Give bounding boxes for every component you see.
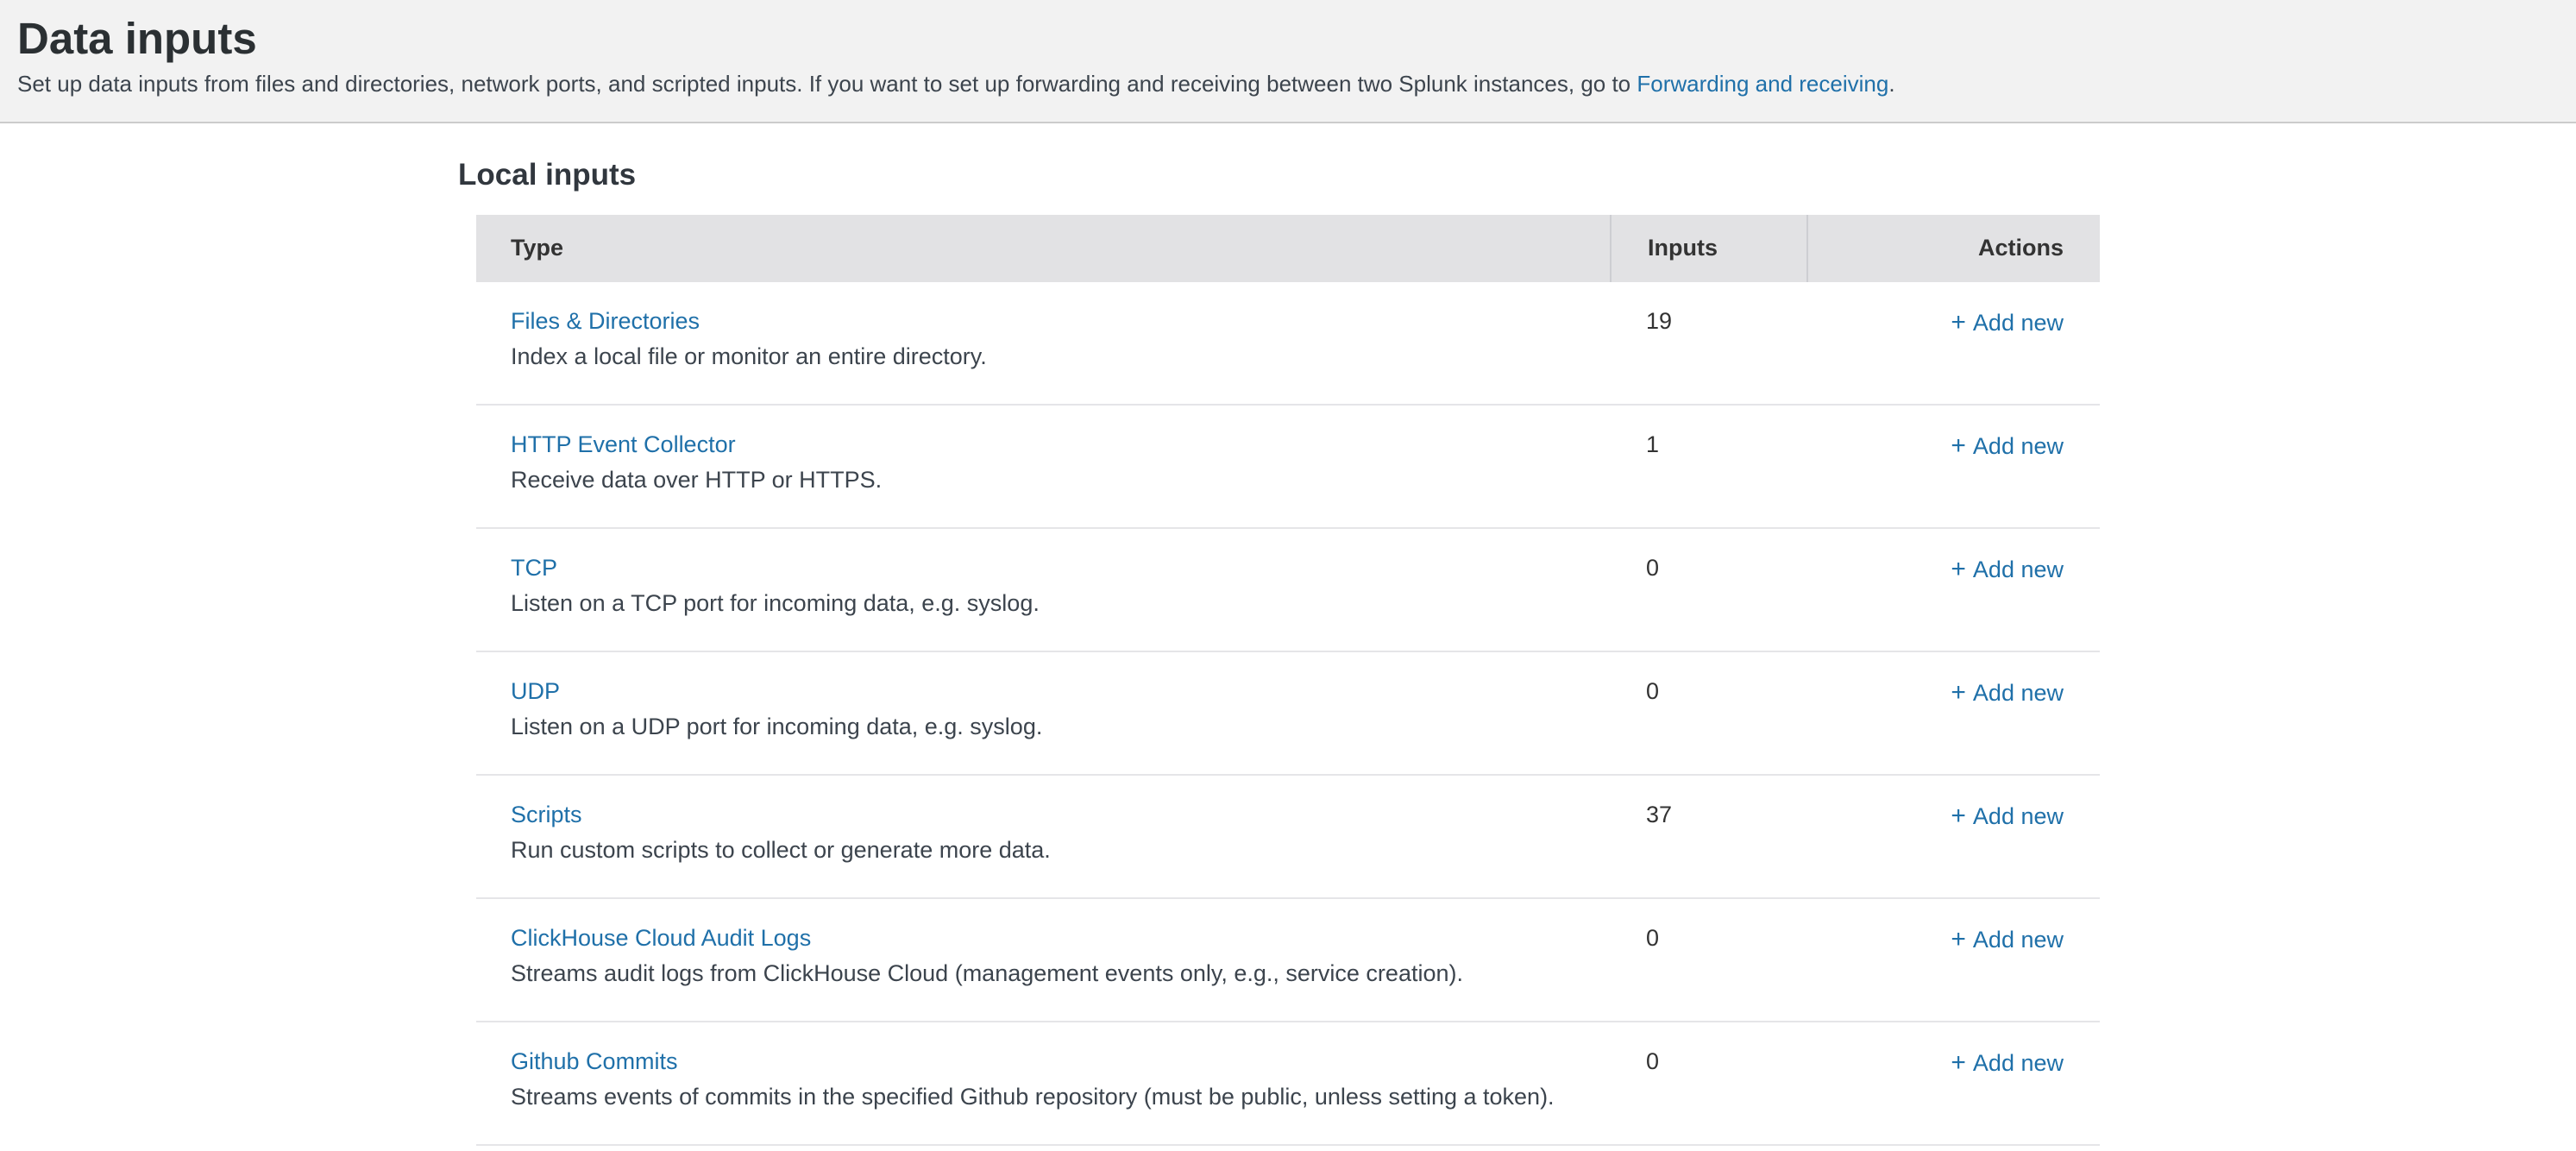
add-new-link[interactable]: + Add new [1951,1050,2064,1076]
inputs-count: 37 [1610,802,1806,897]
column-header-type: Type [476,215,1610,282]
type-cell: Files & Directories Index a local file o… [476,308,1610,404]
data-inputs-table: Type Inputs Actions Files & Directories … [476,215,2100,1146]
actions-cell: + Add new [1806,431,2100,527]
input-type-link[interactable]: HTTP Event Collector [511,431,736,458]
add-new-link[interactable]: + Add new [1951,680,2064,706]
input-type-description: Receive data over HTTP or HTTPS. [511,467,1610,494]
plus-icon: + [1951,678,1966,707]
add-new-label: Add new [1973,310,2064,336]
table-row: HTTP Event Collector Receive data over H… [476,406,2100,529]
add-new-label: Add new [1973,803,2064,829]
page-title: Data inputs [17,12,2559,65]
input-type-link[interactable]: ClickHouse Cloud Audit Logs [511,925,811,952]
add-new-label: Add new [1973,680,2064,706]
subtitle-text: Set up data inputs from files and direct… [17,71,1637,97]
type-cell: Scripts Run custom scripts to collect or… [476,802,1610,897]
actions-cell: + Add new [1806,678,2100,774]
add-new-link[interactable]: + Add new [1951,310,2064,336]
page-header: Data inputs Set up data inputs from file… [0,0,2576,123]
page-subtitle: Set up data inputs from files and direct… [17,70,2559,99]
plus-icon: + [1951,925,1966,953]
type-cell: HTTP Event Collector Receive data over H… [476,431,1610,527]
table-row: TCP Listen on a TCP port for incoming da… [476,529,2100,652]
column-header-inputs: Inputs [1610,215,1806,282]
type-cell: ClickHouse Cloud Audit Logs Streams audi… [476,925,1610,1021]
add-new-label: Add new [1973,927,2064,953]
table-row: Github Commits Streams events of commits… [476,1022,2100,1146]
add-new-label: Add new [1973,433,2064,459]
input-type-description: Listen on a TCP port for incoming data, … [511,590,1610,617]
input-type-link[interactable]: Scripts [511,802,582,828]
input-type-link[interactable]: TCP [511,555,557,582]
input-type-description: Index a local file or monitor an entire … [511,343,1610,370]
plus-icon: + [1951,1048,1966,1077]
inputs-count: 0 [1610,1048,1806,1144]
table-row: Scripts Run custom scripts to collect or… [476,776,2100,899]
input-type-link[interactable]: Github Commits [511,1048,678,1075]
table-row: UDP Listen on a UDP port for incoming da… [476,652,2100,776]
table-header-row: Type Inputs Actions [476,215,2100,282]
inputs-count: 1 [1610,431,1806,527]
input-type-link[interactable]: Files & Directories [511,308,700,335]
add-new-link[interactable]: + Add new [1951,803,2064,829]
plus-icon: + [1951,431,1966,460]
plus-icon: + [1951,308,1966,336]
inputs-count: 19 [1610,308,1806,404]
add-new-link[interactable]: + Add new [1951,557,2064,582]
inputs-count: 0 [1610,555,1806,651]
actions-cell: + Add new [1806,1048,2100,1144]
forwarding-and-receiving-link[interactable]: Forwarding and receiving [1637,71,1888,97]
input-type-description: Run custom scripts to collect or generat… [511,837,1610,864]
add-new-label: Add new [1973,1050,2064,1076]
main-content: Local inputs Type Inputs Actions Files &… [476,158,2100,1146]
plus-icon: + [1951,802,1966,830]
input-type-description: Streams events of commits in the specifi… [511,1084,1610,1110]
actions-cell: + Add new [1806,555,2100,651]
actions-cell: + Add new [1806,925,2100,1021]
input-type-link[interactable]: UDP [511,678,560,705]
input-type-description: Streams audit logs from ClickHouse Cloud… [511,960,1610,987]
column-header-actions: Actions [1806,215,2100,282]
local-inputs-heading: Local inputs [458,158,2082,192]
type-cell: Github Commits Streams events of commits… [476,1048,1610,1144]
type-cell: UDP Listen on a UDP port for incoming da… [476,678,1610,774]
table-rows: Files & Directories Index a local file o… [476,282,2100,1146]
actions-cell: + Add new [1806,802,2100,897]
type-cell: TCP Listen on a TCP port for incoming da… [476,555,1610,651]
actions-cell: + Add new [1806,308,2100,404]
add-new-link[interactable]: + Add new [1951,927,2064,953]
add-new-label: Add new [1973,557,2064,582]
table-row: ClickHouse Cloud Audit Logs Streams audi… [476,899,2100,1022]
inputs-count: 0 [1610,678,1806,774]
plus-icon: + [1951,555,1966,583]
inputs-count: 0 [1610,925,1806,1021]
add-new-link[interactable]: + Add new [1951,433,2064,459]
subtitle-period: . [1888,71,1894,97]
input-type-description: Listen on a UDP port for incoming data, … [511,714,1610,740]
table-row: Files & Directories Index a local file o… [476,282,2100,406]
